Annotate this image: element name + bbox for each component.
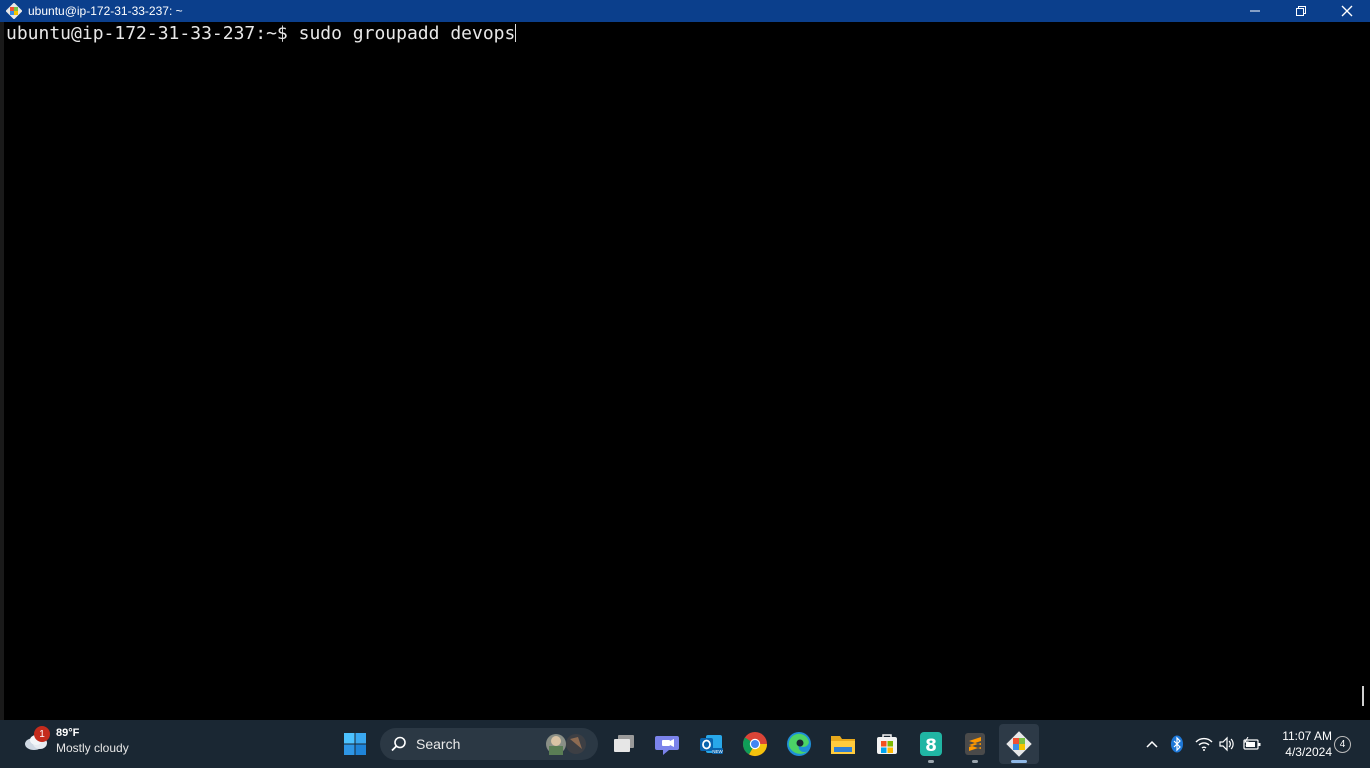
microsoft-store-button[interactable] xyxy=(867,724,907,764)
minimize-icon xyxy=(1250,10,1260,12)
weather-condition: Mostly cloudy xyxy=(56,741,129,755)
app-8-button[interactable]: 8 xyxy=(911,724,951,764)
svg-text:8: 8 xyxy=(925,736,937,756)
window-title: ubuntu@ip-172-31-33-237: ~ xyxy=(28,4,183,18)
chrome-button[interactable] xyxy=(735,724,775,764)
show-hidden-icons-button[interactable] xyxy=(1140,724,1164,764)
outlook-button[interactable]: NEW xyxy=(691,724,731,764)
clock[interactable]: 11:07 AM 4/3/2024 xyxy=(1272,728,1332,760)
sublime-text-icon xyxy=(965,733,985,755)
task-view-button[interactable] xyxy=(604,724,644,764)
teams-button[interactable] xyxy=(647,724,687,764)
battery-charging-icon xyxy=(1243,737,1261,750)
git-bash-icon xyxy=(1006,731,1032,757)
app-8-icon: 8 xyxy=(920,732,942,756)
volume-tray-button[interactable] xyxy=(1215,724,1239,764)
shell-prompt: ubuntu@ip-172-31-33-237:~$ xyxy=(6,23,288,44)
bluetooth-tray-button[interactable] xyxy=(1165,724,1189,764)
active-indicator xyxy=(1011,760,1027,763)
start-button[interactable] xyxy=(335,724,375,764)
volume-icon xyxy=(1219,736,1234,752)
restore-icon xyxy=(1296,6,1306,16)
git-bash-button[interactable] xyxy=(999,724,1039,764)
search-highlight-icon xyxy=(546,734,586,755)
running-indicator xyxy=(972,760,978,763)
terminal-area[interactable]: ubuntu@ip-172-31-33-237:~$ sudo groupadd… xyxy=(0,22,1370,720)
bluetooth-icon xyxy=(1171,735,1183,753)
file-explorer-icon xyxy=(831,736,855,754)
scrollbar-thumb[interactable] xyxy=(1362,686,1364,706)
start-icon xyxy=(344,733,366,755)
weather-temperature: 89°F xyxy=(56,727,80,739)
window-title-bar[interactable]: ubuntu@ip-172-31-33-237: ~ xyxy=(0,0,1370,22)
close-icon xyxy=(1341,5,1353,17)
text-cursor xyxy=(515,24,517,42)
wifi-tray-button[interactable] xyxy=(1192,724,1216,764)
weather-badge: 1 xyxy=(34,726,50,742)
edge-icon xyxy=(787,732,811,756)
close-button[interactable] xyxy=(1324,0,1370,22)
notification-count-badge[interactable]: 4 xyxy=(1334,736,1351,753)
teams-icon xyxy=(655,736,679,755)
weather-widget[interactable]: 1 89°F Mostly cloudy xyxy=(22,726,129,756)
running-indicator xyxy=(928,760,934,763)
edge-button[interactable] xyxy=(779,724,819,764)
search-box[interactable]: Search xyxy=(380,728,598,760)
battery-tray-button[interactable] xyxy=(1240,724,1264,764)
restore-button[interactable] xyxy=(1278,0,1324,22)
outlook-icon: NEW xyxy=(700,735,724,754)
wifi-icon xyxy=(1195,737,1213,751)
microsoft-store-icon xyxy=(877,734,897,754)
search-icon xyxy=(391,736,406,752)
clock-time: 11:07 AM xyxy=(1282,729,1332,743)
typed-command: sudo groupadd devops xyxy=(287,23,516,44)
minimize-button[interactable] xyxy=(1232,0,1278,22)
chevron-up-icon xyxy=(1146,740,1158,748)
clock-date: 4/3/2024 xyxy=(1285,745,1332,759)
file-explorer-button[interactable] xyxy=(823,724,863,764)
git-bash-app-icon xyxy=(6,3,22,19)
task-view-icon xyxy=(614,735,634,752)
taskbar: 1 89°F Mostly cloudy Search NEW 8 11:07 … xyxy=(0,720,1370,768)
command-line: ubuntu@ip-172-31-33-237:~$ sudo groupadd… xyxy=(6,23,517,45)
sublime-text-button[interactable] xyxy=(955,724,995,764)
chrome-icon xyxy=(743,732,767,757)
cloud-icon: 1 xyxy=(22,726,50,753)
search-label: Search xyxy=(416,736,461,752)
svg-text:NEW: NEW xyxy=(712,749,723,754)
